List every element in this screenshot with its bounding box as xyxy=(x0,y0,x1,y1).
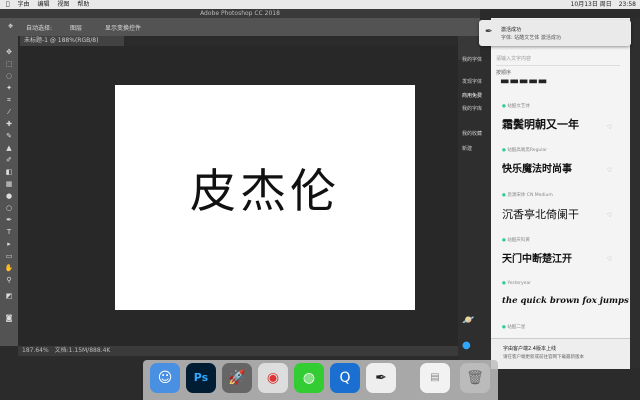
heart-icon[interactable]: ♡ xyxy=(607,256,612,263)
nav-new[interactable]: 新建 xyxy=(462,145,472,152)
blur-icon[interactable]: ● xyxy=(3,192,15,200)
menu-edit[interactable]: 编辑 xyxy=(37,0,49,9)
eraser-icon[interactable]: ◧ xyxy=(3,168,15,176)
font-name: ● Yesteryear xyxy=(502,281,532,286)
activation-notification[interactable]: ✒ 激活成功 字体: 站酷文艺体 激活成功 xyxy=(479,20,631,46)
brush-icon[interactable]: ✎ xyxy=(3,132,15,140)
update-icon[interactable]: ● xyxy=(462,340,471,351)
doc-size: 文档:1.15M/888.4K xyxy=(54,347,111,354)
font-app-icon[interactable]: ✒ xyxy=(366,363,396,393)
font-name: ● 站酷文艺体 xyxy=(502,104,530,109)
lasso-icon[interactable]: ◌ xyxy=(3,72,15,80)
zoom-icon[interactable]: ⚲ xyxy=(3,276,15,284)
stamp-icon[interactable]: ▲ xyxy=(3,144,15,152)
shape-icon[interactable]: ▭ xyxy=(3,252,15,260)
chrome-icon[interactable]: ◉ xyxy=(258,363,288,393)
heart-icon[interactable]: ♡ xyxy=(607,301,612,308)
nav-favorites[interactable]: 我的收藏 xyxy=(462,130,482,137)
wechat-icon[interactable]: ◍ xyxy=(294,363,324,393)
layer-select[interactable]: 图层 xyxy=(70,23,82,32)
nav-my-fonts[interactable]: 我的字体 xyxy=(462,56,482,63)
search-input[interactable]: 请输入文字内容 xyxy=(496,55,620,66)
pen-icon[interactable]: ✒ xyxy=(3,216,15,224)
sort-select[interactable]: 按顺序 xyxy=(496,69,511,76)
update-subtitle: 请在客户端更新或前往官网下载最新版本 xyxy=(503,355,584,360)
canvas-text: 皮杰伦 xyxy=(190,164,340,218)
font-sample[interactable]: 沉香亭北倚阑干 xyxy=(502,206,579,222)
font-name: ● 站酷庆科黄 xyxy=(502,238,530,243)
heal-icon[interactable]: ✚ xyxy=(3,120,15,128)
nav-discover[interactable]: 发现字体 xyxy=(462,78,482,85)
document-tab[interactable]: 未标题-1 @ 188%(RGB/8) xyxy=(20,36,124,46)
menu-view[interactable]: 视图 xyxy=(57,0,69,9)
menu-app[interactable]: 字由 xyxy=(18,0,30,9)
nav-free-commercial[interactable]: 商用免费 xyxy=(462,92,482,99)
apple-menu[interactable]:  xyxy=(6,0,10,9)
status-bar: 187.64% 文档:1.15M/888.4K xyxy=(18,346,458,356)
font-sample[interactable]: 快乐魔法时尚事 xyxy=(502,160,572,175)
update-banner[interactable]: 字由客户端2.4版本上线 请在客户端更新或前往官网下载最新版本 xyxy=(491,338,630,369)
font-name: ● 站酷高端黑Regular xyxy=(502,148,548,153)
hand-icon[interactable]: ✋ xyxy=(3,264,15,272)
auto-select-checkbox[interactable]: 自动选择: xyxy=(26,23,52,32)
history-brush-icon[interactable]: ✐ xyxy=(3,156,15,164)
menu-help[interactable]: 帮助 xyxy=(77,0,89,9)
date-label: 10月13日 周日 xyxy=(570,1,612,8)
heart-icon[interactable]: ♡ xyxy=(607,212,612,219)
crop-icon[interactable]: ⌗ xyxy=(3,96,15,104)
dodge-icon[interactable]: ○ xyxy=(3,204,15,212)
photoshop-icon[interactable]: Ps xyxy=(186,363,216,393)
window-title: Adobe Photoshop CC 2018 xyxy=(0,9,480,18)
gradient-icon[interactable]: ▦ xyxy=(3,180,15,188)
scrollbar[interactable] xyxy=(630,18,640,368)
nav-my-library[interactable]: 我的字库 xyxy=(462,105,482,112)
font-sample[interactable]: 霜鬓明朝又一年 xyxy=(502,116,579,132)
show-transform-checkbox[interactable]: 显示变换控件 xyxy=(105,23,141,32)
wand-icon[interactable]: ✦ xyxy=(3,84,15,92)
font-name: ● 站酷二星 xyxy=(502,325,526,330)
quick-mask-icon[interactable]: ◙ xyxy=(3,314,15,322)
eyedropper-icon[interactable]: ⁄ xyxy=(3,108,15,116)
font-sample[interactable]: 天门中断楚江开 xyxy=(502,250,572,265)
path-select-icon[interactable]: ▸ xyxy=(3,240,15,248)
type-icon[interactable]: T xyxy=(3,228,15,236)
options-bar: ✥ 自动选择: 图层 显示变换控件 xyxy=(0,18,480,37)
quicktime-icon[interactable]: Q xyxy=(330,363,360,393)
trash-icon[interactable]: 🗑 xyxy=(460,363,490,393)
notice-subtitle: 字体: 站酷文艺体 激活成功 xyxy=(501,35,561,41)
heart-icon[interactable]: ♡ xyxy=(607,167,612,174)
heart-icon[interactable]: ♡ xyxy=(607,124,612,131)
notice-title: 激活成功 xyxy=(501,27,522,33)
move-icon[interactable]: ✥ xyxy=(3,48,15,56)
pen-icon: ✒ xyxy=(485,27,493,37)
tool-bar: ✥ ⬚ ◌ ✦ ⌗ ⁄ ✚ ✎ ▲ ✐ ◧ ▦ ● ○ ✒ T ▸ ▭ ✋ ⚲ … xyxy=(0,36,19,346)
clock: 23:58 xyxy=(618,1,636,8)
zoom-level[interactable]: 187.64% xyxy=(22,347,49,354)
launchpad-icon[interactable]: 🚀 xyxy=(222,363,252,393)
marquee-icon[interactable]: ⬚ xyxy=(3,60,15,68)
menu-bar:  字由 编辑 视图 帮助 10月13日 周日 23:58 xyxy=(0,0,640,9)
move-tool-icon[interactable]: ✥ xyxy=(8,23,13,30)
planet-icon[interactable]: 🪐 xyxy=(462,315,474,326)
finder-icon[interactable]: ☺ xyxy=(150,363,180,393)
update-title: 字由客户端2.4版本上线 xyxy=(503,346,556,352)
font-name: ● 思源宋体 CN Medium xyxy=(502,193,553,198)
downloads-icon[interactable]: ▤ xyxy=(420,363,450,393)
color-swatches-icon[interactable]: ◩ xyxy=(3,292,15,300)
font-sample-partial: ▬▬▬▬▬ xyxy=(500,76,548,87)
